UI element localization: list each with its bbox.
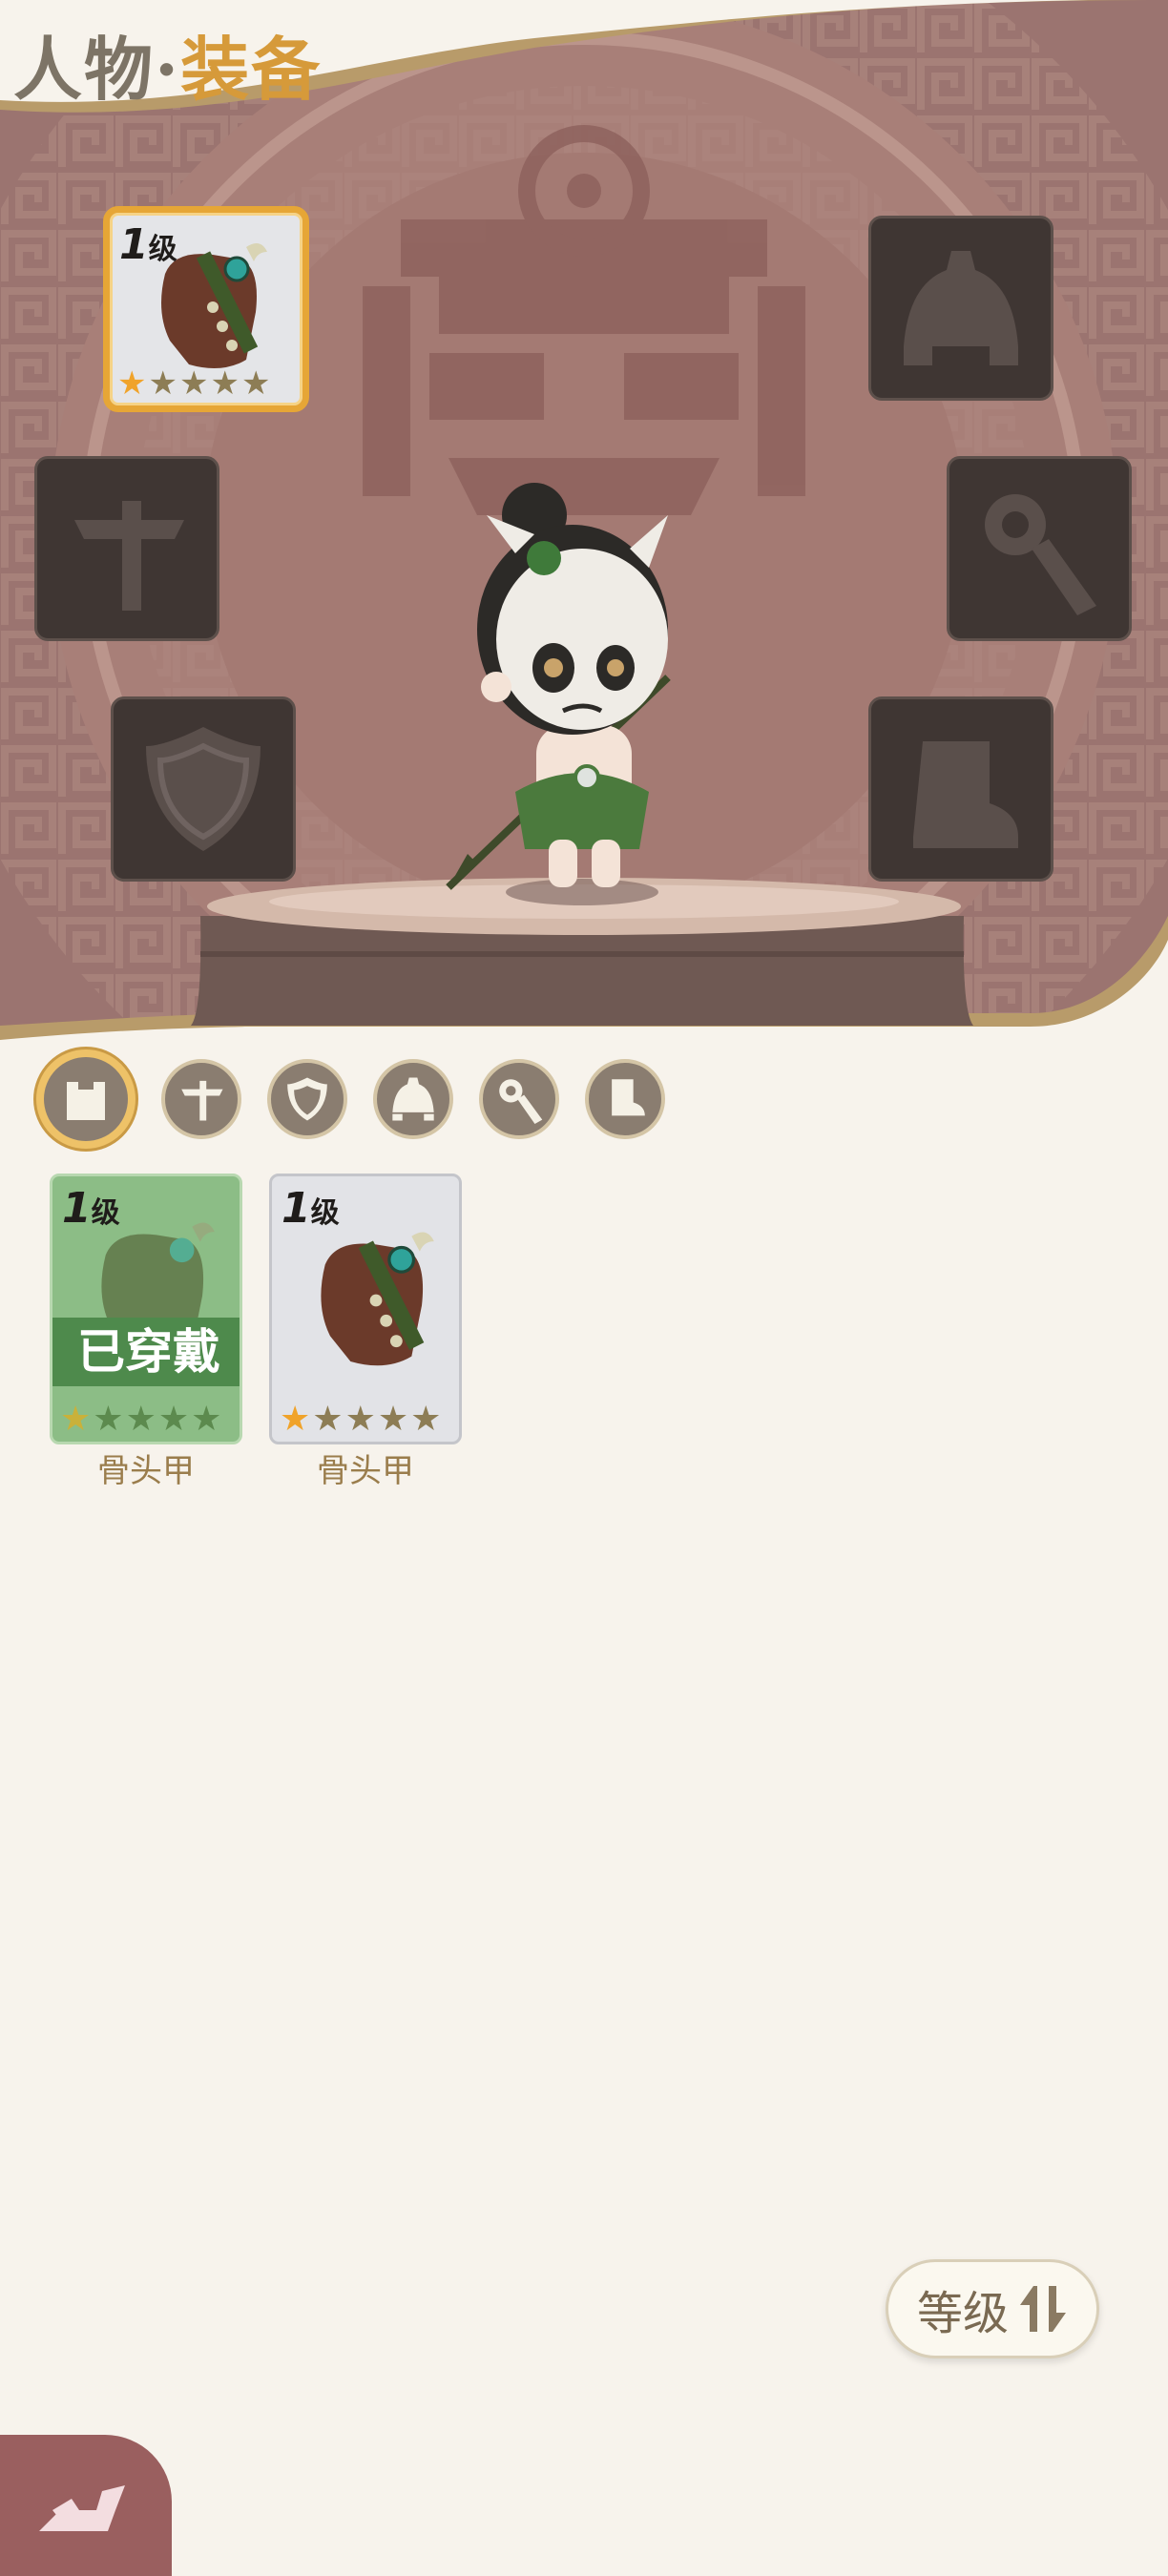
boots-slot[interactable] bbox=[868, 696, 1053, 882]
weapon-slot[interactable] bbox=[34, 456, 219, 641]
armor-icon bbox=[67, 1082, 105, 1120]
tab-tool[interactable] bbox=[479, 1059, 559, 1139]
item-stars: ★ ★ ★ ★ ★ bbox=[280, 1400, 442, 1439]
sort-by-level-button[interactable]: 等级 bbox=[886, 2259, 1099, 2358]
tab-boots[interactable] bbox=[585, 1059, 665, 1139]
back-button[interactable] bbox=[0, 2435, 172, 2576]
star-icon: ★ bbox=[410, 1400, 442, 1439]
star-icon: ★ bbox=[125, 1400, 156, 1439]
title-separator: · bbox=[155, 29, 181, 110]
item-level: 1级 bbox=[62, 1184, 120, 1233]
star-icon: ★ bbox=[191, 1400, 222, 1439]
equipped-badge: 已穿戴 bbox=[52, 1318, 240, 1386]
star-icon: ★ bbox=[344, 1400, 376, 1439]
weapon-icon bbox=[181, 1080, 223, 1121]
back-arrow-icon bbox=[39, 2485, 125, 2531]
tab-helmet[interactable] bbox=[373, 1059, 453, 1139]
page-title: 人物·装备 bbox=[13, 13, 322, 114]
item-name: 骨头甲 bbox=[97, 1452, 195, 1490]
inventory-item-equipped[interactable]: 1级 已穿戴 ★ ★ ★ ★ ★ bbox=[50, 1174, 242, 1444]
wrench-icon bbox=[499, 1079, 543, 1124]
star-icon: ★ bbox=[312, 1400, 344, 1439]
boot-icon bbox=[612, 1079, 645, 1116]
tab-armor[interactable] bbox=[36, 1049, 136, 1149]
title-part-character: 人物 bbox=[13, 29, 156, 110]
shield-icon bbox=[287, 1077, 327, 1121]
star-icon: ★ bbox=[60, 1400, 92, 1439]
armor-level: 1级 bbox=[119, 220, 177, 269]
sort-arrows-icon bbox=[1020, 2286, 1066, 2332]
star-icon: ★ bbox=[178, 364, 209, 403]
armor-slot[interactable]: 1级 ★ ★ ★ ★ ★ bbox=[103, 206, 309, 412]
item-name: 骨头甲 bbox=[317, 1452, 414, 1490]
helmet-icon bbox=[392, 1077, 434, 1121]
sort-label: 等级 bbox=[916, 2287, 1009, 2340]
helmet-icon bbox=[904, 251, 1018, 365]
inventory-item[interactable]: 1级 ★ ★ ★ ★ ★ bbox=[269, 1174, 462, 1444]
armor-stars: ★ ★ ★ ★ ★ bbox=[117, 367, 270, 400]
item-level: 1级 bbox=[282, 1184, 340, 1233]
title-part-equipment: 装备 bbox=[180, 29, 323, 110]
equipment-scene: 人物·装备 1级 ★ ★ ★ ★ ★ bbox=[0, 0, 1168, 1059]
star-icon: ★ bbox=[280, 1400, 311, 1439]
star-icon: ★ bbox=[117, 364, 147, 403]
star-icon: ★ bbox=[377, 1400, 409, 1439]
item-stars: ★ ★ ★ ★ ★ bbox=[60, 1400, 222, 1439]
tab-shield[interactable] bbox=[267, 1059, 347, 1139]
star-icon: ★ bbox=[210, 364, 240, 403]
weapon-icon bbox=[74, 501, 184, 611]
star-icon: ★ bbox=[148, 364, 177, 403]
shield-icon bbox=[146, 727, 261, 851]
star-icon: ★ bbox=[157, 1400, 190, 1439]
helmet-slot[interactable] bbox=[868, 216, 1053, 401]
shield-slot[interactable] bbox=[111, 696, 296, 882]
star-icon: ★ bbox=[93, 1400, 124, 1439]
wrench-icon bbox=[985, 494, 1096, 615]
tab-weapon[interactable] bbox=[161, 1059, 241, 1139]
bone-armor-icon bbox=[321, 1232, 434, 1366]
boot-icon bbox=[913, 741, 1018, 848]
tool-slot[interactable] bbox=[947, 456, 1132, 641]
star-icon: ★ bbox=[240, 364, 271, 403]
category-tabs bbox=[36, 1049, 665, 1149]
